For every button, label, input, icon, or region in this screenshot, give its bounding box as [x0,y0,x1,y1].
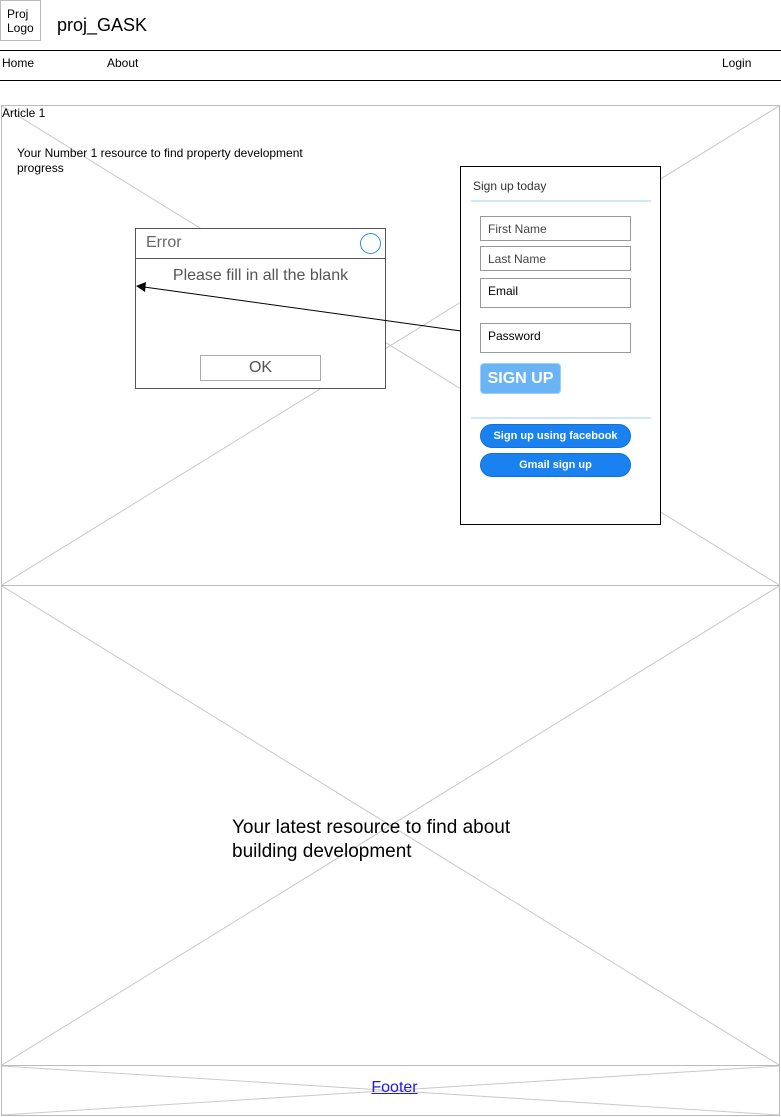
error-dialog-title: Error [146,234,182,251]
nav-about-link[interactable]: About [107,56,138,70]
close-icon[interactable] [360,233,381,254]
nav-bottom-divider [0,80,781,81]
site-title: proj_GASK [57,15,148,35]
signup-divider-bottom [471,417,651,419]
nav-login-link[interactable]: Login [722,56,751,70]
ok-button[interactable]: OK [200,355,321,381]
nav-home-link[interactable]: Home [2,56,34,70]
signup-divider-top [471,200,651,202]
signup-button[interactable]: SIGN UP [480,363,561,394]
error-dialog-header: Error [136,229,385,259]
footer-link[interactable]: Footer [371,1079,417,1096]
article-tagline: Your Number 1 resource to find property … [17,146,303,175]
error-dialog: Error Please fill in all the blank OK [135,228,386,389]
password-field[interactable]: Password [480,323,631,353]
project-logo: Proj Logo [0,0,41,41]
nav-top-divider [0,50,781,51]
signup-title: Sign up today [473,179,547,193]
first-name-field[interactable] [480,216,631,241]
article-label: Article 1 [2,106,46,120]
footer-link-wrapper: Footer [0,1079,781,1097]
signup-panel: Sign up today Email Password SIGN UP Sig… [460,166,661,525]
last-name-field[interactable] [480,246,631,271]
error-dialog-message: Please fill in all the blank [172,267,349,284]
email-field[interactable]: Email [480,278,631,308]
hero-text: Your latest resource to find about build… [232,817,511,862]
facebook-signup-button[interactable]: Sign up using facebook [480,424,631,448]
gmail-signup-button[interactable]: Gmail sign up [480,453,631,477]
placeholder-cross-icon [2,106,779,585]
article-image-placeholder [1,105,780,586]
